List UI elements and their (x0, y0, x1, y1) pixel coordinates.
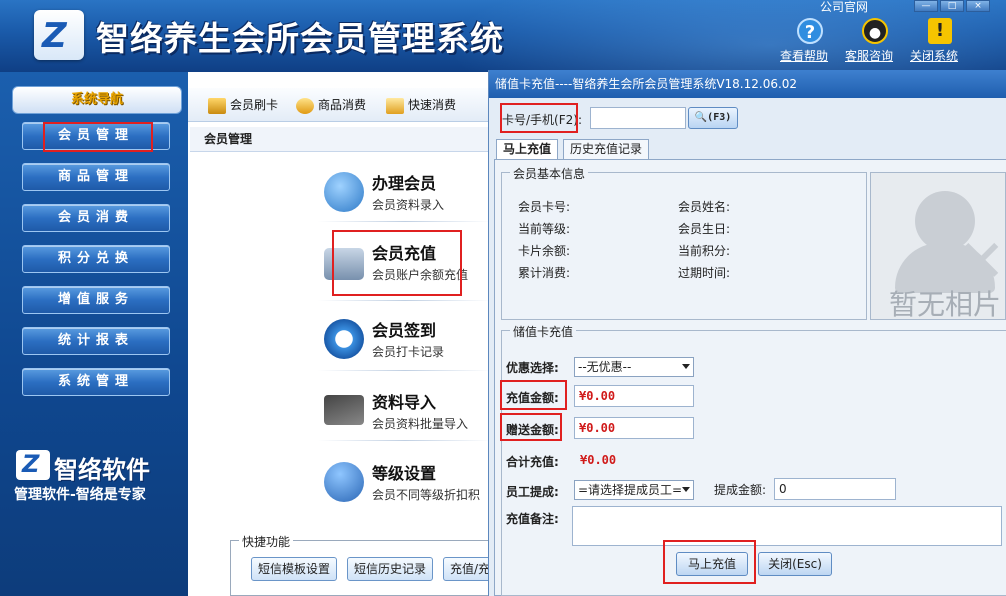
member-info-legend: 会员基本信息 (510, 165, 589, 182)
remark-textarea[interactable] (572, 506, 1002, 546)
divider (318, 370, 492, 371)
member-photo: ✕ 暂无相片 (870, 172, 1006, 320)
nav-title: 系统导航 (12, 86, 182, 114)
coins-icon (296, 97, 314, 114)
sidebar-item-member-consumption[interactable]: 会员消费 (22, 204, 170, 232)
discount-label: 优惠选择: (506, 361, 559, 375)
photo-placeholder-text: 暂无相片 (889, 288, 1002, 320)
commission-amount-input[interactable]: 0 (774, 478, 896, 500)
gift-amount-label: 赠送金额: (506, 423, 559, 437)
gift-amount-input[interactable]: ¥0.00 (574, 417, 694, 439)
close-dialog-button[interactable]: 关闭(Esc) (758, 552, 832, 576)
info-birthday-label: 会员生日: (678, 222, 731, 236)
info-balance-label: 卡片余额: (518, 244, 571, 258)
minimize-button[interactable]: — (914, 0, 938, 12)
commission-amount-label: 提成金额: (714, 483, 767, 497)
support-button[interactable]: ● 客服咨询 (845, 18, 905, 66)
toolbar-quick-consumption[interactable]: 快速消费 (386, 96, 456, 116)
dialog-title: 储值卡充值----智络养生会所会员管理系统V18.12.06.02 (489, 70, 1006, 98)
func-level-settings[interactable]: 等级设置 会员不同等级折扣积 (324, 456, 492, 526)
recharge-now-button[interactable]: 马上充值 (676, 552, 748, 576)
info-level-label: 当前等级: (518, 222, 571, 236)
recharge-amount-label: 充值金额: (506, 391, 559, 405)
info-total-spent-label: 累计消费: (518, 266, 571, 280)
brand-logo: Z (16, 450, 50, 480)
quick-functions: 快捷功能 短信模板设置 短信历史记录 充值/充 (230, 533, 498, 596)
stopwatch-icon (324, 319, 364, 359)
sidebar-item-value-added[interactable]: 增值服务 (22, 286, 170, 314)
exit-system-button-label: 关闭系统 (910, 49, 959, 63)
help-icon: ? (797, 18, 823, 44)
chevron-down-icon (682, 487, 690, 492)
user-settings-icon (324, 462, 364, 502)
close-window-button[interactable]: × (966, 0, 990, 12)
warning-icon: ! (928, 18, 952, 44)
app-title: 智络养生会所会员管理系统 (96, 19, 504, 58)
app-header: Z 智络养生会所会员管理系统 公司官网 — □ × ? 查看帮助 ● 客服咨询 … (0, 0, 1006, 72)
total-recharge-value: ¥0.00 (580, 453, 617, 467)
sidebar-item-product-management[interactable]: 商品管理 (22, 163, 170, 191)
app-logo: Z (34, 10, 84, 60)
info-card-number-label: 会员卡号: (518, 200, 571, 214)
chevron-down-icon (682, 364, 690, 369)
remark-label: 充值备注: (506, 512, 559, 526)
staff-commission-label: 员工提成: (506, 485, 559, 499)
exit-system-button[interactable]: ! 关闭系统 (910, 18, 970, 66)
recharge-group-legend: 储值卡充值 (510, 323, 577, 340)
sms-history-button[interactable]: 短信历史记录 (347, 557, 434, 581)
wallet-icon (324, 248, 364, 280)
laptop-icon (324, 395, 364, 425)
help-button-label: 查看帮助 (780, 49, 829, 63)
tab-recharge-now[interactable]: 马上充值 (496, 139, 559, 160)
info-name-label: 会员姓名: (678, 200, 731, 214)
toolbar-card-swipe[interactable]: 会员刷卡 (208, 96, 278, 116)
user-card-icon (324, 172, 364, 212)
maximize-button[interactable]: □ (940, 0, 964, 12)
quick-functions-legend: 快捷功能 (239, 533, 294, 550)
search-card-button[interactable]: 🔍(F3) (688, 107, 738, 129)
card-number-input[interactable] (590, 107, 686, 129)
info-expiry-label: 过期时间: (678, 266, 731, 280)
sidebar-item-reports[interactable]: 统计报表 (22, 327, 170, 355)
sidebar-item-points-exchange[interactable]: 积分兑换 (22, 245, 170, 273)
staff-select[interactable]: =请选择提成员工= (574, 480, 694, 500)
tab-recharge-history[interactable]: 历史充值记录 (563, 139, 650, 159)
divider (318, 221, 492, 222)
func-member-checkin[interactable]: 会员签到 会员打卡记录 (324, 313, 492, 383)
quick-icon (386, 97, 404, 114)
sms-template-button[interactable]: 短信模板设置 (251, 557, 338, 581)
discount-select[interactable]: --无优惠-- (574, 357, 694, 377)
sidebar-item-member-management[interactable]: 会员管理 (22, 122, 170, 150)
func-register-member[interactable]: 办理会员 会员资料录入 (324, 166, 492, 236)
help-button[interactable]: ? 查看帮助 (780, 18, 840, 66)
divider (318, 440, 492, 441)
func-member-recharge[interactable]: 会员充值 会员账户余额充值 (324, 236, 492, 306)
divider (318, 300, 492, 301)
penguin-icon: ● (862, 18, 888, 44)
main-toolbar: 会员刷卡 商品消费 快速消费 (188, 88, 492, 122)
brand-slogan: 管理软件-智络是专家 (14, 487, 146, 503)
total-recharge-label: 合计充值: (506, 455, 559, 469)
card-icon (208, 97, 226, 114)
search-icon: 🔍 (694, 112, 708, 123)
sidebar-item-system-management[interactable]: 系统管理 (22, 368, 170, 396)
recharge-amount-input[interactable]: ¥0.00 (574, 385, 694, 407)
support-button-label: 客服咨询 (845, 49, 894, 63)
card-number-label: 卡号/手机(F2): (502, 113, 582, 127)
func-data-import[interactable]: 资料导入 会员资料批量导入 (324, 385, 492, 455)
brand-name: 智络软件 (54, 456, 150, 484)
breadcrumb: 会员管理 (190, 127, 492, 152)
info-points-label: 当前积分: (678, 244, 731, 258)
official-site-link[interactable]: 公司官网 (820, 0, 868, 15)
toolbar-product-consumption[interactable]: 商品消费 (296, 96, 366, 116)
